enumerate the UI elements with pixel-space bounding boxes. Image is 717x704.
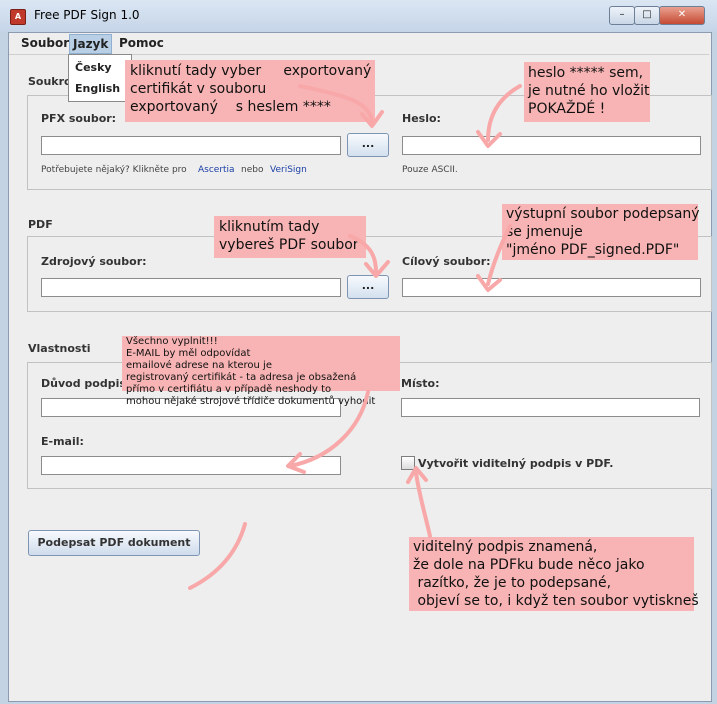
- arrow-to-pfx-browse: [298, 84, 384, 128]
- arrow-to-target: [476, 224, 512, 292]
- arrow-to-password: [476, 84, 522, 148]
- arrow-to-sign-button: [188, 522, 247, 590]
- annotation-arrows: [188, 84, 522, 590]
- arrow-to-email: [286, 390, 370, 474]
- arrow-to-checkbox: [406, 466, 432, 538]
- arrow-to-source-browse: [348, 234, 390, 278]
